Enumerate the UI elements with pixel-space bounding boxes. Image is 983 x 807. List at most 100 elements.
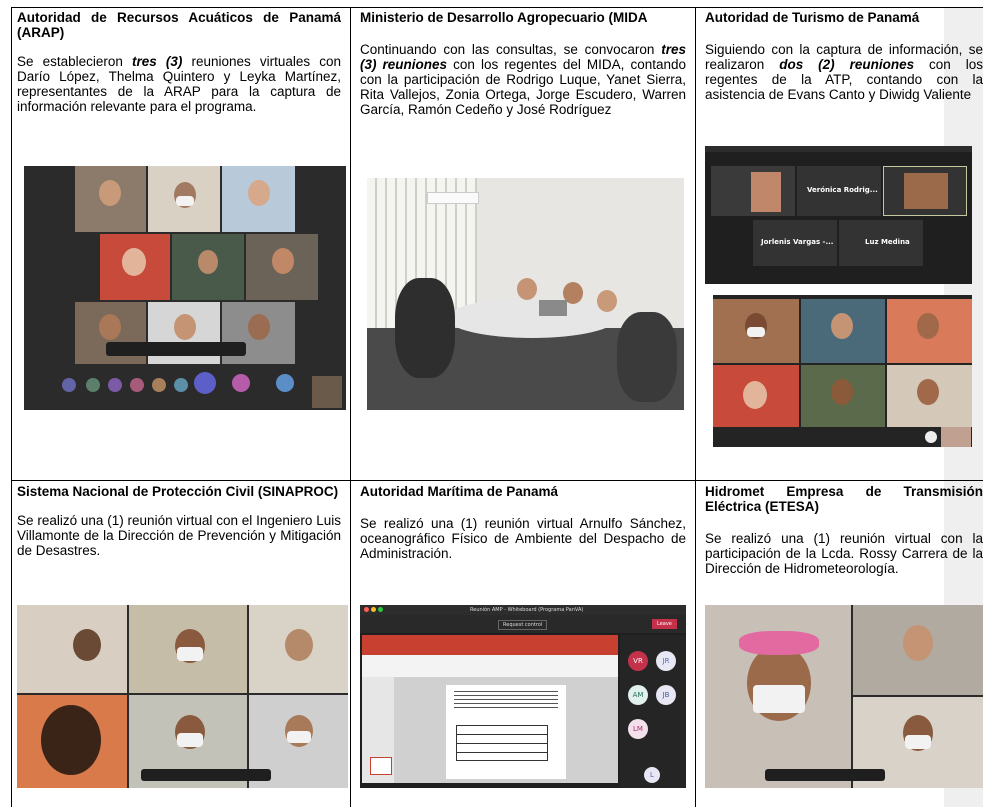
cell-title: Hidromet Empresa de Transmisión Eléctric… <box>705 484 983 514</box>
slide-thumbnail-selected[interactable] <box>370 757 392 775</box>
cell-title: Sistema Nacional de Protección Civil (SI… <box>17 484 339 499</box>
minimize-dot-icon[interactable] <box>371 607 376 612</box>
participant-avatar: VR <box>628 651 648 671</box>
cell-title: Autoridad de Turismo de Panamá <box>705 10 920 25</box>
participant-face <box>272 248 294 274</box>
participant-avatar: JB <box>656 685 676 705</box>
participants-panel: VR JR AM JB LM L <box>620 635 686 788</box>
avatar <box>925 431 937 443</box>
video-tile <box>711 166 795 216</box>
video-tile <box>17 605 127 693</box>
etesa-meeting-screenshot <box>705 605 983 788</box>
face-mask <box>905 735 931 749</box>
close-dot-icon[interactable] <box>364 607 369 612</box>
participant-face <box>73 629 101 661</box>
participant <box>517 278 537 300</box>
sinaproc-meeting-screenshot <box>17 605 348 788</box>
participant-face <box>99 314 121 340</box>
video-tile <box>801 299 885 363</box>
request-control-button[interactable]: Request control <box>498 620 548 630</box>
participant-photo <box>751 172 781 212</box>
participant-face <box>285 629 313 661</box>
text-part: Se establecieron <box>17 54 133 69</box>
leave-button[interactable]: Leave <box>652 619 677 629</box>
video-tile <box>75 166 146 232</box>
self-view-tile <box>312 376 342 408</box>
table-column-divider <box>350 7 351 807</box>
video-tile <box>887 365 972 427</box>
video-tile <box>713 299 799 363</box>
participant-name: Jorlenis Vargas -... <box>761 238 834 246</box>
table-column-divider <box>695 7 696 807</box>
participant <box>395 278 455 378</box>
participant <box>617 312 677 402</box>
text-part: Se realizó una (1) reunión virtual con l… <box>705 531 983 576</box>
text-part: Continuando con las consultas, se convoc… <box>360 42 662 57</box>
face-mask <box>753 685 805 713</box>
participant-face <box>917 379 939 405</box>
window-titlebar: Reunión AMP - Whiteboard (Programa PanVA… <box>360 605 686 615</box>
cell-arap: Autoridad de Recursos Acuáticos de Panam… <box>17 10 341 114</box>
participant-name: Verónica Rodrig... <box>807 186 878 194</box>
video-tile <box>129 605 247 693</box>
meeting-table <box>447 298 617 338</box>
window-titlebar <box>705 146 972 152</box>
cell-amp: Autoridad Marítima de Panamá Se realizó … <box>360 484 686 561</box>
cell-text: Se realizó una (1) reunión virtual con e… <box>17 513 341 558</box>
text-emphasis: tres (3) <box>132 54 183 69</box>
participant-face <box>198 250 218 274</box>
video-tile: Luz Medina <box>839 220 923 266</box>
slide-text <box>454 691 558 711</box>
participant-avatar: L <box>644 767 660 783</box>
video-tile <box>713 365 799 427</box>
participant-face <box>903 625 933 661</box>
air-conditioner <box>427 192 479 204</box>
cell-etesa: Hidromet Empresa de Transmisión Eléctric… <box>705 484 983 576</box>
cell-text: Continuando con las consultas, se convoc… <box>360 42 686 117</box>
call-controls-bar[interactable] <box>106 342 246 356</box>
cell-title: Autoridad de Recursos Acuáticos de Panam… <box>17 10 341 40</box>
cell-text: Siguiendo con la captura de información,… <box>705 42 983 102</box>
video-tile <box>249 605 348 693</box>
arap-meeting-screenshot <box>24 166 346 410</box>
participant-avatar <box>130 378 144 392</box>
video-tile <box>853 605 983 695</box>
amp-meeting-screenshot: Reunión AMP - Whiteboard (Programa PanVA… <box>360 605 686 788</box>
video-tile-active <box>883 166 967 216</box>
text-part: Se realizó una (1) reunión virtual con e… <box>17 513 341 558</box>
self-view-tile <box>941 427 971 447</box>
participant-face <box>831 379 853 405</box>
participant-face <box>917 313 939 339</box>
cell-sinaproc: Sistema Nacional de Protección Civil (SI… <box>17 484 341 558</box>
teams-toolbar: Request control Leave <box>360 615 686 633</box>
face-mask <box>747 327 765 337</box>
mida-meeting-photo <box>367 178 684 410</box>
cell-text: Se realizó una (1) reunión virtual con l… <box>705 531 983 576</box>
video-tile: Verónica Rodrig... <box>797 166 881 216</box>
cell-title: Ministerio de Desarrollo Agropecuario (M… <box>360 10 648 25</box>
participant-face <box>743 381 767 409</box>
head-covering <box>739 631 819 655</box>
cell-title: Autoridad Marítima de Panamá <box>360 484 559 499</box>
ppt-canvas <box>394 677 618 783</box>
participant-avatar <box>174 378 188 392</box>
face-mask <box>177 647 203 661</box>
face-mask <box>177 733 203 747</box>
atp-meeting-screenshot-2 <box>713 295 972 447</box>
laptop <box>539 300 567 316</box>
face-mask <box>176 196 194 206</box>
participant-face <box>248 314 270 340</box>
cell-mida: Ministerio de Desarrollo Agropecuario (M… <box>360 10 686 117</box>
participant-face <box>41 705 101 775</box>
participant-avatar <box>108 378 122 392</box>
ppt-slide-thumbnails <box>362 677 394 783</box>
slide-table <box>456 725 548 761</box>
participant-avatar: AM <box>628 685 648 705</box>
participant-name: Luz Medina <box>865 238 910 246</box>
call-controls-bar[interactable] <box>141 769 271 781</box>
call-controls-bar[interactable] <box>765 769 885 781</box>
maximize-dot-icon[interactable] <box>378 607 383 612</box>
ppt-slide <box>446 685 566 779</box>
video-tile <box>100 234 170 300</box>
video-tile <box>801 365 885 427</box>
